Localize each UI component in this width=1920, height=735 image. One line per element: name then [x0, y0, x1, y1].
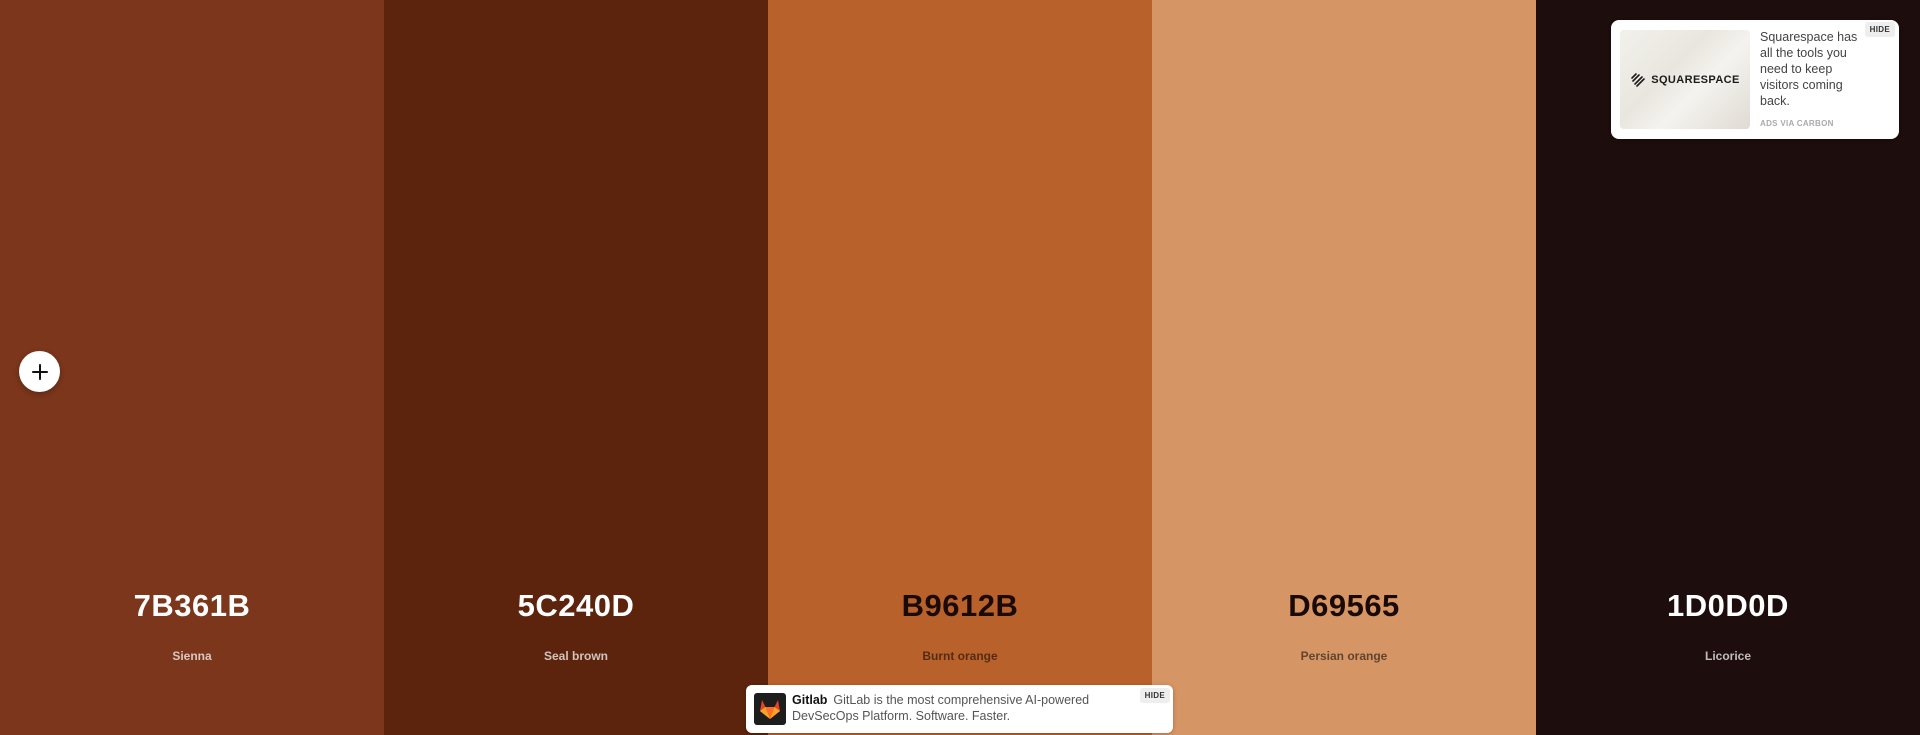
plus-icon [31, 363, 48, 380]
gitlab-brand: Gitlab [792, 693, 828, 707]
swatch-name: Burnt orange [922, 649, 998, 663]
swatch-hex[interactable]: 7B361B [0, 588, 384, 624]
swatch-hex[interactable]: D69565 [1152, 588, 1536, 624]
swatch-name: Seal brown [543, 649, 608, 663]
ad-logo-text: SQUARESPACE [1651, 73, 1740, 86]
gitlab-ad-text[interactable]: Gitlab GitLab is the most comprehensive A… [792, 692, 1122, 724]
gitlab-message: GitLab is the most comprehensive AI-powe… [792, 693, 1090, 723]
gitlab-ad-banner[interactable]: Gitlab GitLab is the most comprehensive A… [746, 685, 1173, 733]
color-swatch-seal-brown[interactable]: 5C240D Seal brown [384, 0, 768, 735]
squarespace-logo-icon [1631, 72, 1646, 87]
swatch-name: Persian orange [1300, 649, 1388, 663]
swatch-name: Sienna [172, 649, 212, 663]
add-color-button[interactable] [19, 351, 60, 392]
hide-ad-button[interactable]: HIDE [1864, 22, 1895, 37]
ads-via-carbon-link[interactable]: ADS VIA CARBON [1760, 119, 1834, 128]
hide-banner-button[interactable]: HIDE [1139, 688, 1170, 703]
ad-text[interactable]: Squarespace has all the tools you need t… [1760, 29, 1868, 109]
carbon-ad[interactable]: SQUARESPACE Squarespace has all the tool… [1611, 20, 1899, 139]
swatch-hex[interactable]: 1D0D0D [1536, 588, 1920, 624]
swatch-name: Licorice [1704, 649, 1752, 663]
color-swatch-burnt-orange[interactable]: B9612B Burnt orange [768, 0, 1152, 735]
color-swatch-persian-orange[interactable]: D69565 Persian orange [1152, 0, 1536, 735]
gitlab-logo-icon [754, 693, 786, 725]
swatch-hex[interactable]: 5C240D [384, 588, 768, 624]
ad-image[interactable]: SQUARESPACE [1620, 30, 1750, 129]
swatch-hex[interactable]: B9612B [768, 588, 1152, 624]
